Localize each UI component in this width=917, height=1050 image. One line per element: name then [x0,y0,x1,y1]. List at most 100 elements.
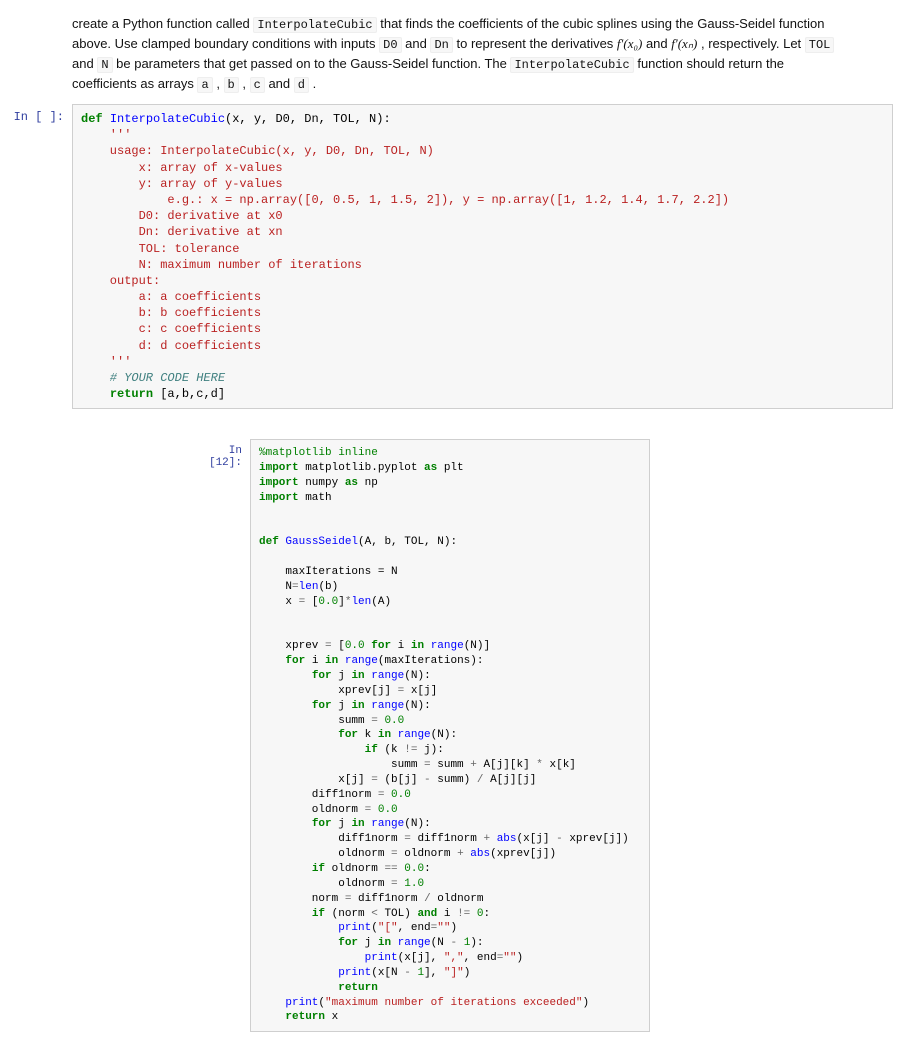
op: != [457,908,470,920]
kw-in: in [351,818,364,830]
t: x[k] [543,759,576,771]
t: (x[j] [517,833,557,845]
builtin: range [398,729,431,741]
t: ) [517,952,524,964]
doc-line: TOL: tolerance [81,242,239,256]
kw-if: if [312,908,325,920]
t: ) [464,967,471,979]
t: j [332,670,352,682]
op: = [424,759,431,771]
builtin: len [299,581,319,593]
fn-name: GaussSeidel [285,536,358,548]
kw-for: for [312,670,332,682]
t: ] [338,596,345,608]
num: 0.0 [404,863,424,875]
str: "]" [444,967,464,979]
code-a: a [197,77,212,93]
num: 0.0 [378,804,398,816]
t: (N): [404,700,430,712]
code-fn: InterpolateCubic [253,17,376,33]
cell-prompt: In [ ]: [0,104,72,124]
num: 0 [477,908,484,920]
t: i [305,655,325,667]
t: xprev[j]) [563,833,629,845]
t: : [424,863,431,875]
comment: # YOUR CODE HERE [81,371,225,385]
text: and [405,36,430,51]
doc-line: N: maximum number of iterations [81,258,362,272]
code-c: c [250,77,265,93]
t: x[j] [404,685,437,697]
op: = [404,833,411,845]
op: == [384,863,397,875]
code-cell-2: In [12]: %matplotlib inline import matpl… [190,439,650,1032]
kw-for: for [338,729,358,741]
kw-as: as [424,462,437,474]
kw-as: as [345,477,358,489]
doc-line: D0: derivative at x0 [81,209,283,223]
t: j [358,937,378,949]
str: "maximum number of iterations exceeded" [325,997,582,1009]
t: (x[j], [398,952,444,964]
t: k [358,729,378,741]
kw-for: for [338,937,358,949]
kw-in: in [378,937,391,949]
kw-for: for [371,640,391,652]
num: 0.0 [384,715,404,727]
problem-statement: create a Python function called Interpol… [0,0,917,100]
docstring-close: ''' [81,355,131,369]
op: < [371,908,378,920]
docstring-open: ''' [81,128,131,142]
kw-if: if [365,744,378,756]
op: * [536,759,543,771]
t: ], [424,967,444,979]
t: TOL) [378,908,418,920]
text: , [216,76,223,91]
str: "" [437,922,450,934]
builtin: range [371,700,404,712]
op: + [483,833,490,845]
t: , end [398,922,431,934]
kw-return: return [338,982,378,994]
t: (xprev[j]) [490,848,556,860]
code-line: maxIterations = N [259,566,398,578]
op: = [378,789,385,801]
builtin: abs [470,848,490,860]
t: summ [259,715,371,727]
num: 0.0 [391,789,411,801]
op: - [450,937,457,949]
t: xprev[j] [259,685,398,697]
doc-line: y: array of y-values [81,177,283,191]
t: ): [470,937,483,949]
builtin: print [365,952,398,964]
doc-line: e.g.: x = np.array([0, 0.5, 1, 1.5, 2]),… [81,193,729,207]
args: (A, b, TOL, N): [358,536,457,548]
t: norm [259,893,345,905]
t: x [259,596,299,608]
op: - [556,833,563,845]
kw-for: for [285,655,305,667]
t: j [332,818,352,830]
code-n: N [97,57,112,73]
code-d0: D0 [379,37,401,53]
ret-val: [a,b,c,d] [160,387,225,401]
kw-import: import [259,477,299,489]
doc-line: b: b coefficients [81,306,261,320]
t: A[j][k] [477,759,536,771]
code-input[interactable]: def InterpolateCubic(x, y, D0, Dn, TOL, … [72,104,893,409]
t: oldnorm [431,893,484,905]
builtin: abs [497,833,517,845]
t: i [391,640,411,652]
t: A[j][j] [483,774,536,786]
t: (N): [431,729,457,741]
code-input[interactable]: %matplotlib inline import matplotlib.pyp… [250,439,650,1032]
t: (maxIterations): [378,655,484,667]
t: (A) [371,596,391,608]
kw-if: if [312,863,325,875]
t: (N): [404,670,430,682]
kw-in: in [351,700,364,712]
kw-in: in [351,670,364,682]
mod: matplotlib.pyplot [299,462,424,474]
op: = [391,878,398,890]
builtin: range [371,670,404,682]
